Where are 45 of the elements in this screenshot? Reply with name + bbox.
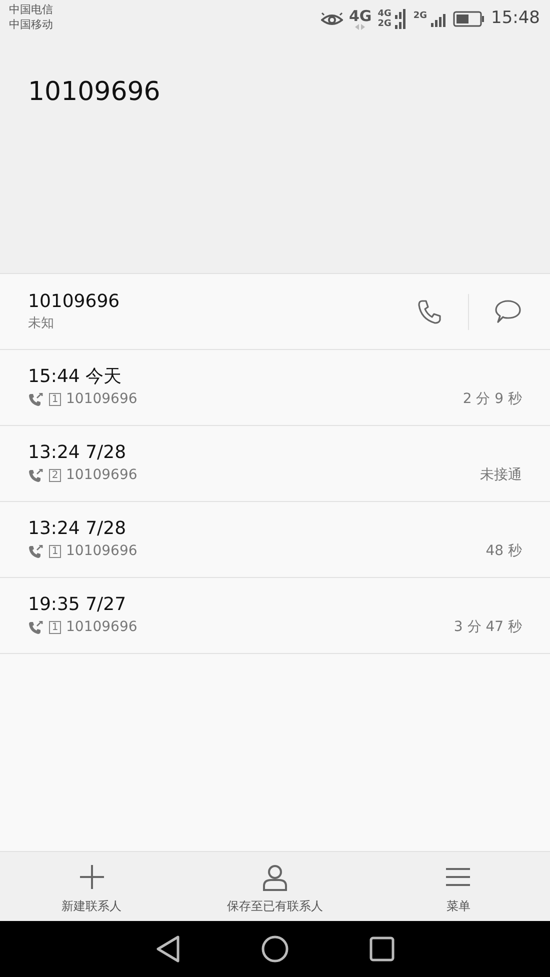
recent-apps-icon[interactable] [369,936,395,962]
phone-number-title: 10109696 [28,76,162,109]
call-duration: 2 分 9 秒 [462,390,522,409]
outgoing-call-icon [28,392,44,406]
carrier-name: 中国电信 [9,2,53,17]
signal-icon [395,18,408,29]
back-icon[interactable] [155,935,181,963]
menu-button[interactable]: 菜单 [366,852,550,921]
location-label: 未知 [28,314,55,333]
call-number: 10109696 [66,466,138,485]
sim-number: 1 [49,545,61,558]
clock-time: 15:48 [491,7,540,30]
eye-icon [320,10,343,27]
message-icon[interactable] [494,298,522,324]
call-number: 10109696 [66,542,138,561]
person-icon [262,864,288,891]
call-time: 13:24 7/28 [28,517,128,541]
sim-number: 1 [49,621,61,634]
outgoing-call-icon [28,620,44,634]
outgoing-call-icon [28,468,44,482]
network-type: 4G [348,8,372,24]
carrier-name: 中国移动 [9,17,53,32]
call-number: 10109696 [66,618,138,637]
signal-icon [395,8,408,19]
call-duration: 48 秒 [486,542,522,561]
call-duration: 3 分 47 秒 [454,618,522,637]
data-arrows-icon [354,24,366,30]
network-type: 2G [413,10,427,21]
network-type: 4G [378,8,392,19]
sim-number: 2 [49,469,61,482]
add-button[interactable]: 新建联系人 [0,852,184,921]
outgoing-call-icon [28,544,44,558]
network-type: 2G [378,18,392,29]
person-button[interactable]: 保存至已有联系人 [183,852,367,921]
sim-number: 1 [49,393,61,406]
phone-icon[interactable] [417,298,443,324]
add-icon [78,864,105,891]
call-number: 10109696 [66,390,138,409]
call-time: 19:35 7/27 [28,593,128,617]
phone-number: 10109696 [28,290,120,314]
call-duration: 未接通 [480,466,522,485]
battery-icon [453,10,485,27]
call-time: 15:44 今天 [28,365,123,389]
call-time: 13:24 7/28 [28,441,128,465]
home-icon[interactable] [261,935,289,963]
